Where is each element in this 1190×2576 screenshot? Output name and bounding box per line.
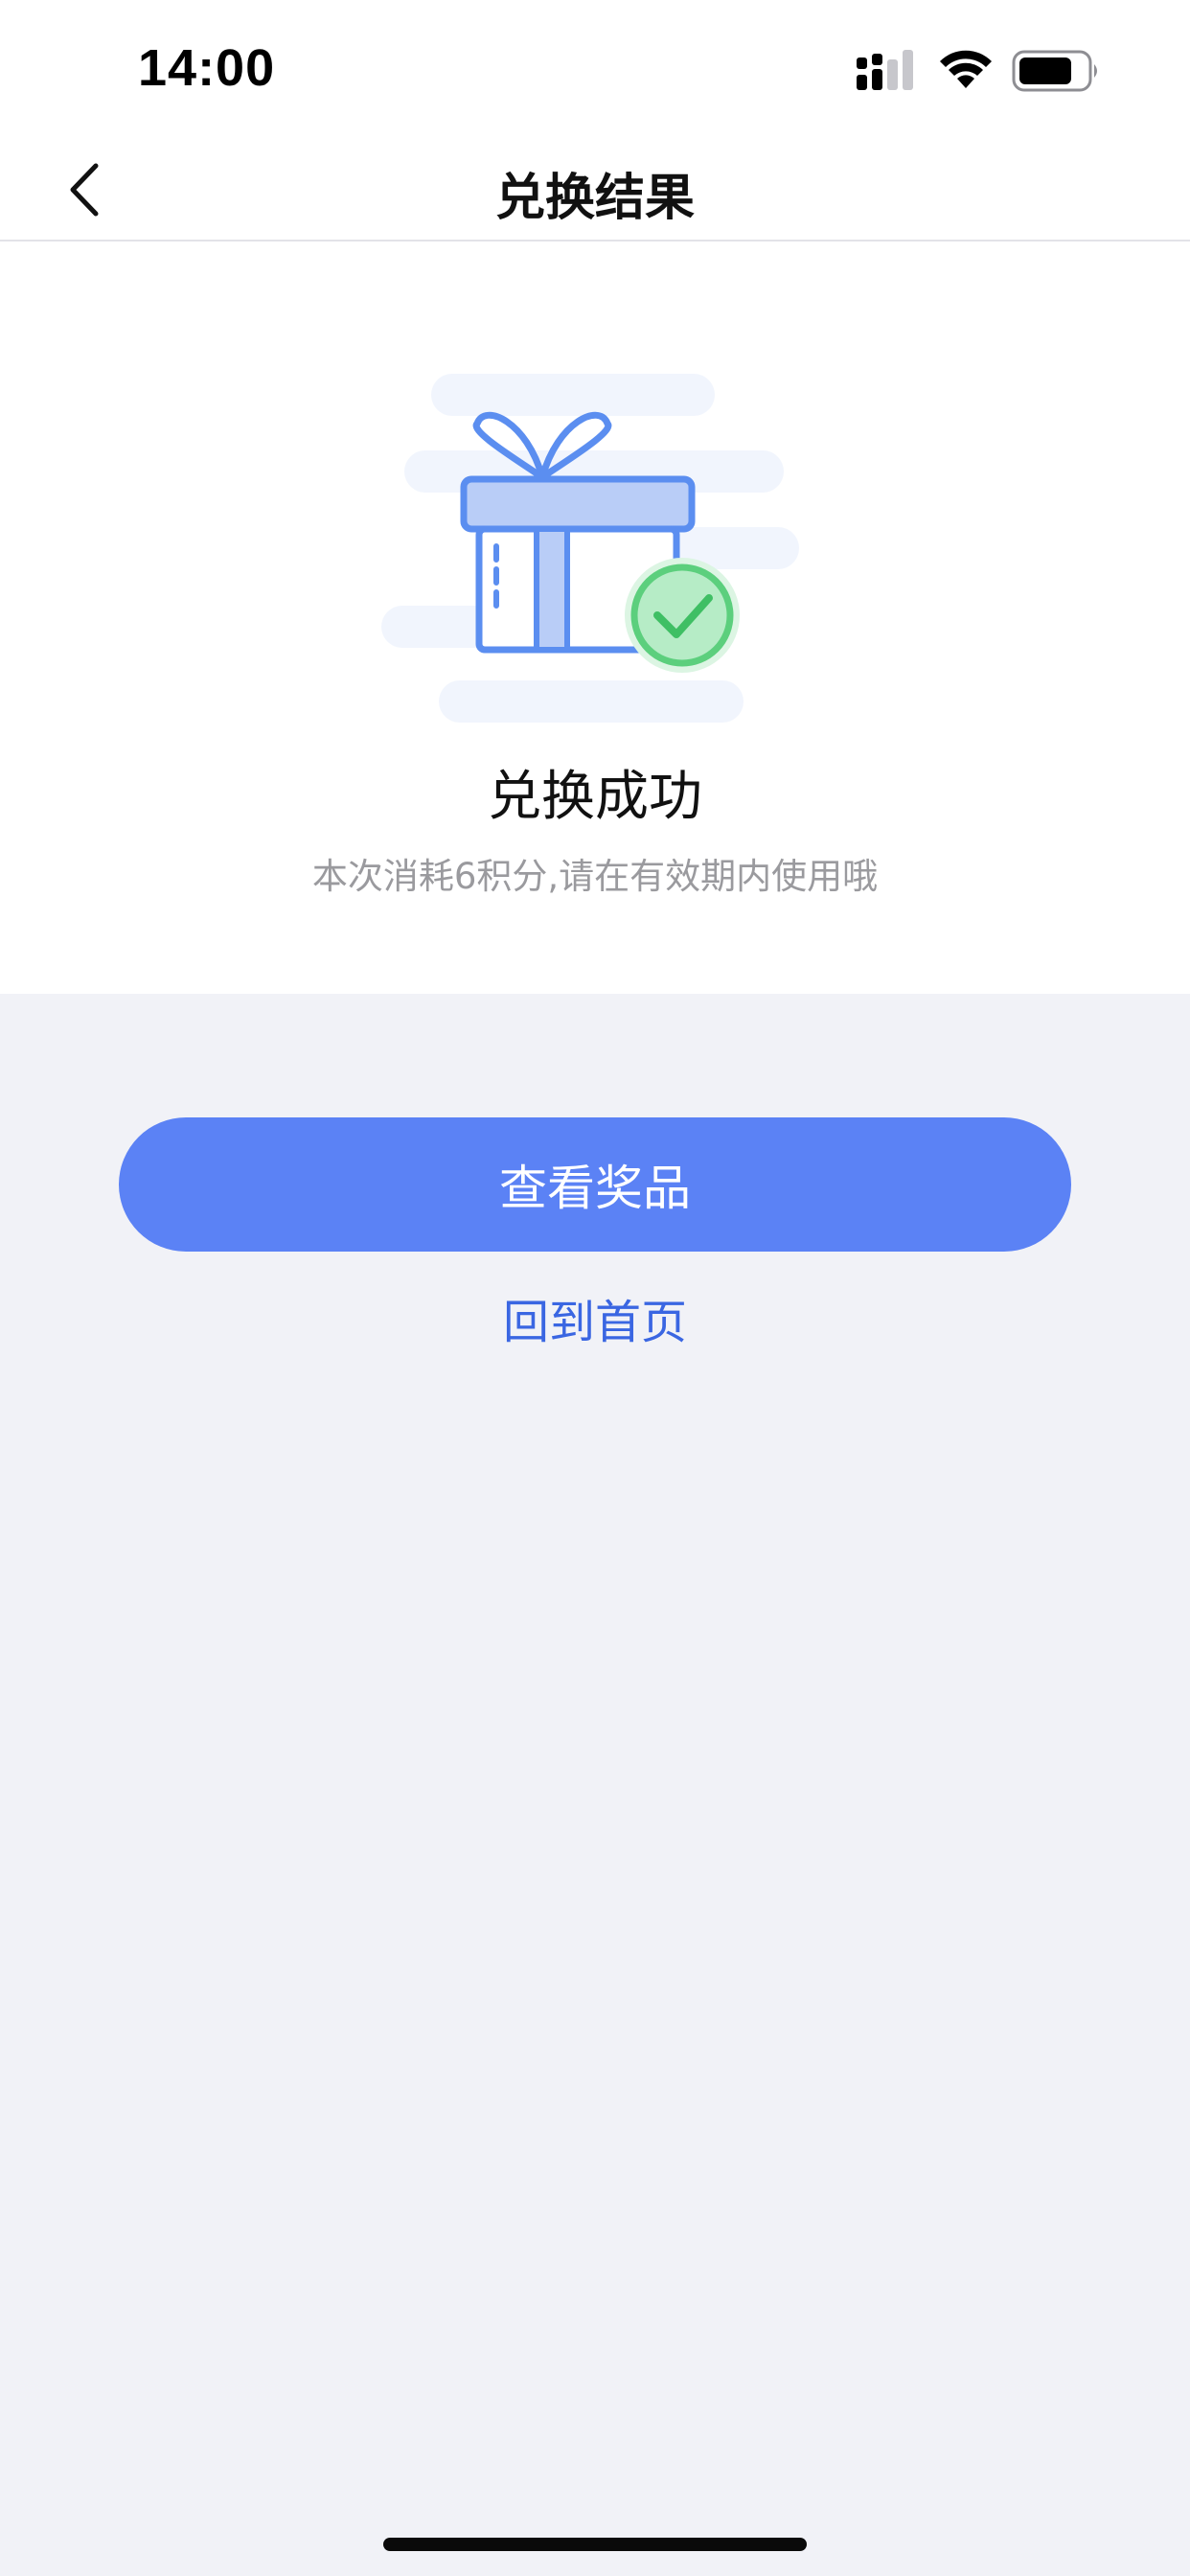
battery-icon: [1012, 50, 1097, 92]
home-indicator: [383, 2538, 807, 2551]
status-bar: 14:00: [0, 0, 1190, 134]
result-subtitle: 本次消耗6积分,请在有效期内使用哦: [311, 856, 879, 897]
result-title: 兑换成功: [488, 766, 702, 828]
gift-success-icon: [381, 374, 799, 723]
wifi-icon: [940, 50, 992, 88]
back-home-link[interactable]: 回到首页: [0, 1284, 1190, 1351]
page-title: 兑换结果: [494, 170, 695, 227]
status-time: 14:00: [138, 39, 276, 97]
navigation-bar: 兑换结果: [0, 134, 1190, 242]
view-prize-button[interactable]: 查看奖品: [119, 1117, 1071, 1252]
cellular-signal-icon: [857, 50, 913, 90]
result-card: 兑换成功 本次消耗6积分,请在有效期内使用哦: [0, 242, 1190, 994]
